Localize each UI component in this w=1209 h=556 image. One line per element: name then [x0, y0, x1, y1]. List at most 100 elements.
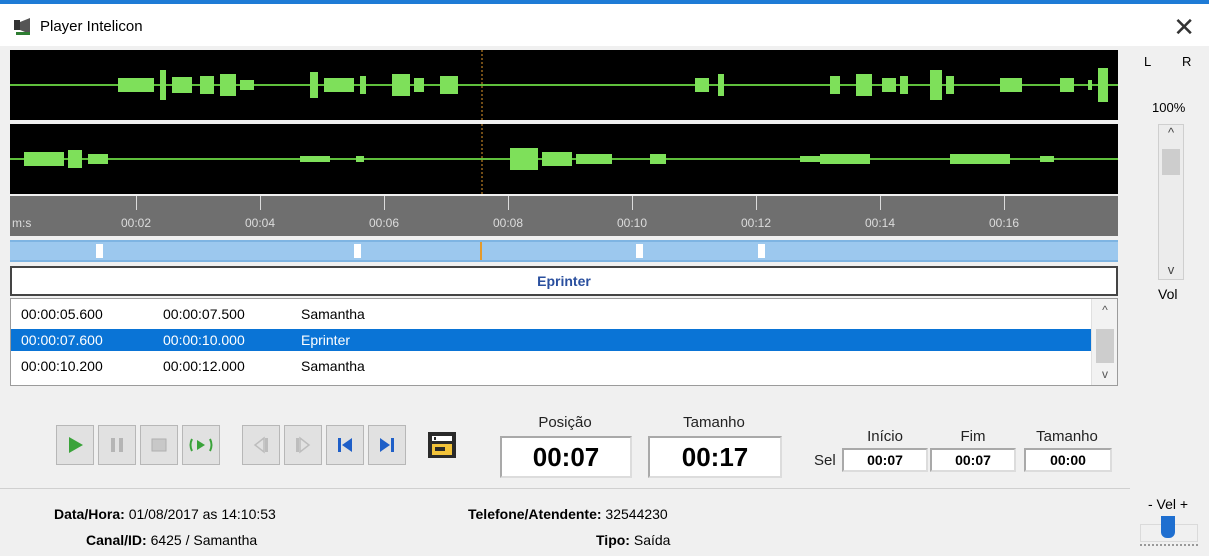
tick-mark [136, 196, 137, 210]
waveform-right-channel[interactable] [10, 124, 1118, 194]
volume-slider[interactable]: ^ v [1158, 124, 1184, 280]
speed-label: - Vel + [1148, 496, 1189, 512]
chevron-down-icon[interactable]: v [1092, 367, 1117, 381]
time-ruler[interactable]: m:s 00:02 00:04 00:06 00:08 00:10 00:12 … [10, 196, 1118, 236]
segment-marker[interactable] [758, 244, 765, 258]
step-back-icon [253, 436, 268, 454]
tick-mark [756, 196, 757, 210]
tick-mark [1004, 196, 1005, 210]
length-label: Tamanho [683, 414, 745, 431]
datetime-info: Data/Hora: 01/08/2017 as 14:10:53 [54, 506, 276, 522]
selection-prefix: Sel [814, 452, 836, 469]
list-item[interactable]: 00:00:05.600 00:00:07.500 Samantha [11, 303, 1091, 325]
segment-speaker: Eprinter [301, 332, 351, 348]
title-bar: Player Intelicon ✕ [0, 0, 1209, 46]
export-icon [428, 432, 456, 458]
tick-mark [508, 196, 509, 210]
segment-marker[interactable] [636, 244, 643, 258]
volume-percent: 100% [1152, 100, 1186, 115]
segment-start: 00:00:05.600 [21, 306, 103, 322]
selection-start-label: Início [867, 428, 903, 445]
stop-icon [151, 438, 167, 452]
tick-mark [384, 196, 385, 210]
step-forward-button[interactable] [284, 425, 322, 465]
play-icon [69, 437, 83, 453]
tick-mark [260, 196, 261, 210]
divider [0, 488, 1130, 489]
tick-label: 00:06 [368, 216, 400, 230]
tick-label: 00:10 [616, 216, 648, 230]
list-item[interactable]: 00:00:10.200 00:00:12.000 Samantha [11, 355, 1091, 377]
volume-label: Vol [1158, 286, 1178, 302]
segment-marker[interactable] [354, 244, 361, 258]
tick-mark [632, 196, 633, 210]
speed-slider-ticks [1140, 544, 1198, 546]
datetime-label: Data/Hora: [54, 506, 125, 522]
tick-label: 00:14 [864, 216, 896, 230]
pause-icon [111, 438, 123, 452]
channel-info: Canal/ID: 6425 / Samantha [86, 532, 257, 548]
segment-marker[interactable] [96, 244, 103, 258]
segment-bar[interactable] [10, 240, 1118, 262]
play-button[interactable] [56, 425, 94, 465]
phone-label: Telefone/Atendente: [468, 506, 602, 522]
speed-slider-thumb[interactable] [1161, 516, 1175, 538]
channel-label: Canal/ID: [86, 532, 147, 548]
segment-end: 00:00:07.500 [163, 306, 245, 322]
selection-end-label: Fim [960, 428, 986, 445]
tick-label: 00:12 [740, 216, 772, 230]
chevron-up-icon[interactable]: ^ [1092, 303, 1117, 317]
segment-list[interactable]: 00:00:05.600 00:00:07.500 Samantha 00:00… [10, 298, 1118, 386]
export-button[interactable] [422, 425, 462, 465]
step-forward-icon [296, 436, 311, 454]
selection-size-value: 00:00 [1024, 448, 1112, 472]
phone-info: Telefone/Atendente: 32544230 [468, 506, 668, 522]
pause-button[interactable] [98, 425, 136, 465]
phone-value: 32544230 [605, 506, 668, 522]
type-label: Tipo: [596, 532, 630, 548]
chevron-up-icon[interactable]: ^ [1159, 125, 1183, 140]
loop-play-icon [189, 438, 213, 452]
volume-right-label: R [1182, 54, 1192, 69]
speed-slider[interactable] [1140, 514, 1198, 546]
list-item-selected[interactable]: 00:00:07.600 00:00:10.000 Eprinter [11, 329, 1091, 351]
volume-slider-thumb[interactable] [1162, 149, 1180, 175]
loop-play-button[interactable] [182, 425, 220, 465]
skip-end-icon [380, 438, 394, 452]
step-back-button[interactable] [242, 425, 280, 465]
skip-end-button[interactable] [368, 425, 406, 465]
segment-speaker: Samantha [301, 358, 365, 374]
segment-start: 00:00:10.200 [21, 358, 103, 374]
stop-button[interactable] [140, 425, 178, 465]
segment-end: 00:00:12.000 [163, 358, 245, 374]
datetime-value: 01/08/2017 as 14:10:53 [128, 506, 276, 522]
skip-start-icon [338, 438, 352, 452]
time-unit-label: m:s [12, 216, 32, 230]
tick-label: 00:02 [120, 216, 152, 230]
tick-label: 00:08 [492, 216, 524, 230]
playhead-marker[interactable] [480, 242, 482, 260]
tick-mark [880, 196, 881, 210]
segment-start: 00:00:07.600 [21, 332, 103, 348]
tick-label: 00:16 [988, 216, 1020, 230]
segment-speaker: Samantha [301, 306, 365, 322]
type-value: Saída [633, 532, 671, 548]
volume-left-label: L [1144, 54, 1152, 69]
position-value: 00:07 [500, 436, 632, 478]
current-segment-title: Eprinter [10, 266, 1118, 296]
app-icon [14, 18, 30, 35]
length-value: 00:17 [648, 436, 782, 478]
skip-start-button[interactable] [326, 425, 364, 465]
position-label: Posição [538, 414, 592, 431]
chevron-down-icon[interactable]: v [1159, 262, 1183, 277]
selection-end-value: 00:07 [930, 448, 1016, 472]
close-icon[interactable]: ✕ [1173, 12, 1195, 43]
channel-value: 6425 / Samantha [150, 532, 258, 548]
list-scrollbar[interactable]: ^ v [1091, 299, 1117, 385]
tick-label: 00:04 [244, 216, 276, 230]
waveform-left-channel[interactable] [10, 50, 1118, 120]
selection-start-value: 00:07 [842, 448, 928, 472]
type-info: Tipo: Saída [596, 532, 670, 548]
scrollbar-thumb[interactable] [1096, 329, 1114, 363]
segment-end: 00:00:10.000 [163, 332, 245, 348]
